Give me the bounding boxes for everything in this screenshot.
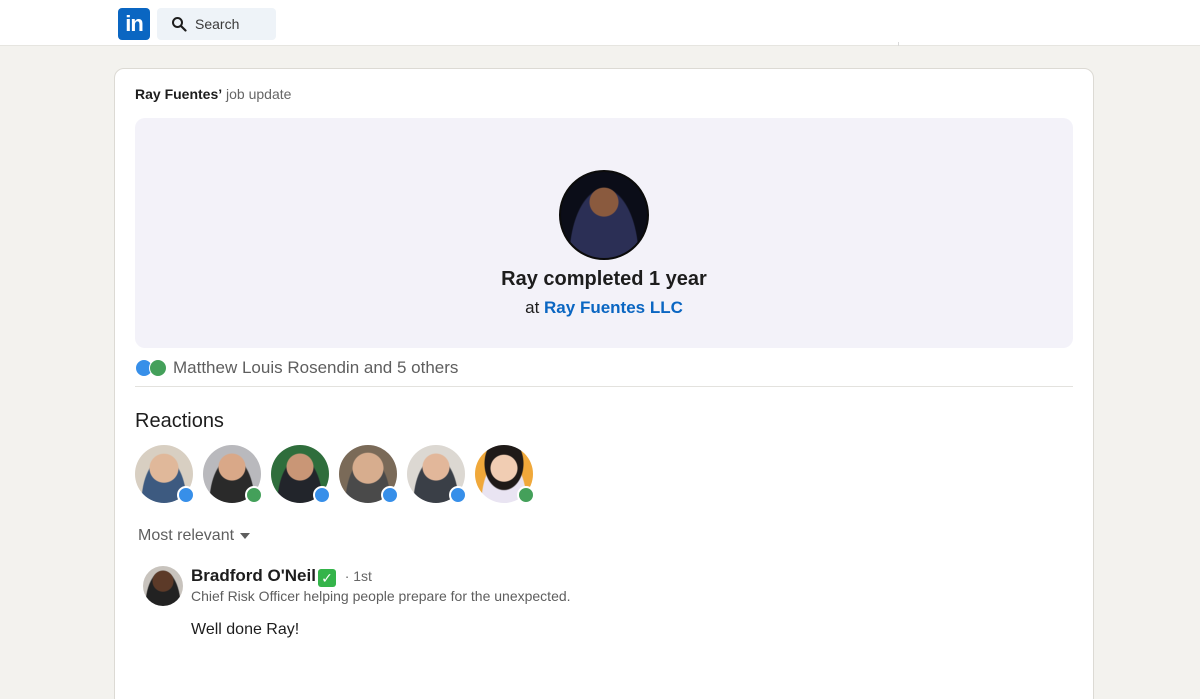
post-header-suffix: job update — [226, 86, 292, 102]
search-icon — [172, 17, 187, 32]
reactor-avatar[interactable] — [203, 445, 263, 504]
milestone-company-line: at Ray Fuentes LLC — [135, 298, 1073, 318]
reactions-heading: Reactions — [135, 410, 224, 432]
reactor-avatar[interactable] — [271, 445, 331, 504]
reactor-avatar[interactable] — [135, 445, 195, 504]
like-badge-icon — [313, 486, 331, 504]
comment-sort-dropdown[interactable]: Most relevant — [138, 527, 251, 545]
job-update-banner[interactable]: Ray completed 1 year at Ray Fuentes LLC — [135, 118, 1073, 348]
top-nav-bar: in Search — [0, 0, 1200, 46]
sort-label: Most relevant — [138, 527, 235, 544]
like-badge-icon — [449, 486, 467, 504]
support-badge-icon — [245, 486, 263, 504]
caret-down-icon — [240, 533, 251, 539]
support-badge-icon — [517, 486, 535, 504]
reactors-list — [135, 445, 543, 504]
reactions-summary[interactable]: Matthew Louis Rosendin and 5 others — [173, 358, 458, 378]
search-bar[interactable]: Search — [157, 8, 276, 40]
company-link[interactable]: Ray Fuentes LLC — [544, 298, 683, 317]
reactor-avatar[interactable] — [339, 445, 399, 504]
connection-degree: · 1st — [344, 568, 372, 584]
like-badge-icon — [177, 486, 195, 504]
search-placeholder: Search — [195, 16, 240, 32]
divider — [135, 386, 1073, 387]
commenter-avatar[interactable] — [143, 566, 183, 606]
commenter-name[interactable]: Bradford O'Neil — [191, 566, 316, 585]
post-author-name[interactable]: Ray Fuentes’ — [135, 86, 222, 102]
commenter-name-line: Bradford O'Neil ✓ · 1st — [191, 566, 372, 587]
like-badge-icon — [381, 486, 399, 504]
reactor-avatar[interactable] — [475, 445, 535, 504]
commenter-headline: Chief Risk Officer helping people prepar… — [191, 588, 571, 604]
reactor-avatar[interactable] — [407, 445, 467, 504]
post-header: Ray Fuentes’ job update — [135, 86, 291, 102]
post-card: Ray Fuentes’ job update Ray completed 1 … — [114, 68, 1094, 699]
comment-text: Well done Ray! — [191, 621, 300, 638]
linkedin-logo-icon[interactable]: in — [118, 8, 150, 40]
check-mark-icon: ✓ — [317, 569, 336, 587]
profile-photo[interactable] — [559, 170, 649, 260]
nav-divider — [898, 42, 899, 46]
at-label: at — [525, 298, 540, 317]
support-reaction-icon — [149, 359, 167, 377]
social-counts[interactable]: Matthew Louis Rosendin and 5 others — [135, 357, 458, 379]
milestone-title: Ray completed 1 year — [501, 268, 707, 290]
